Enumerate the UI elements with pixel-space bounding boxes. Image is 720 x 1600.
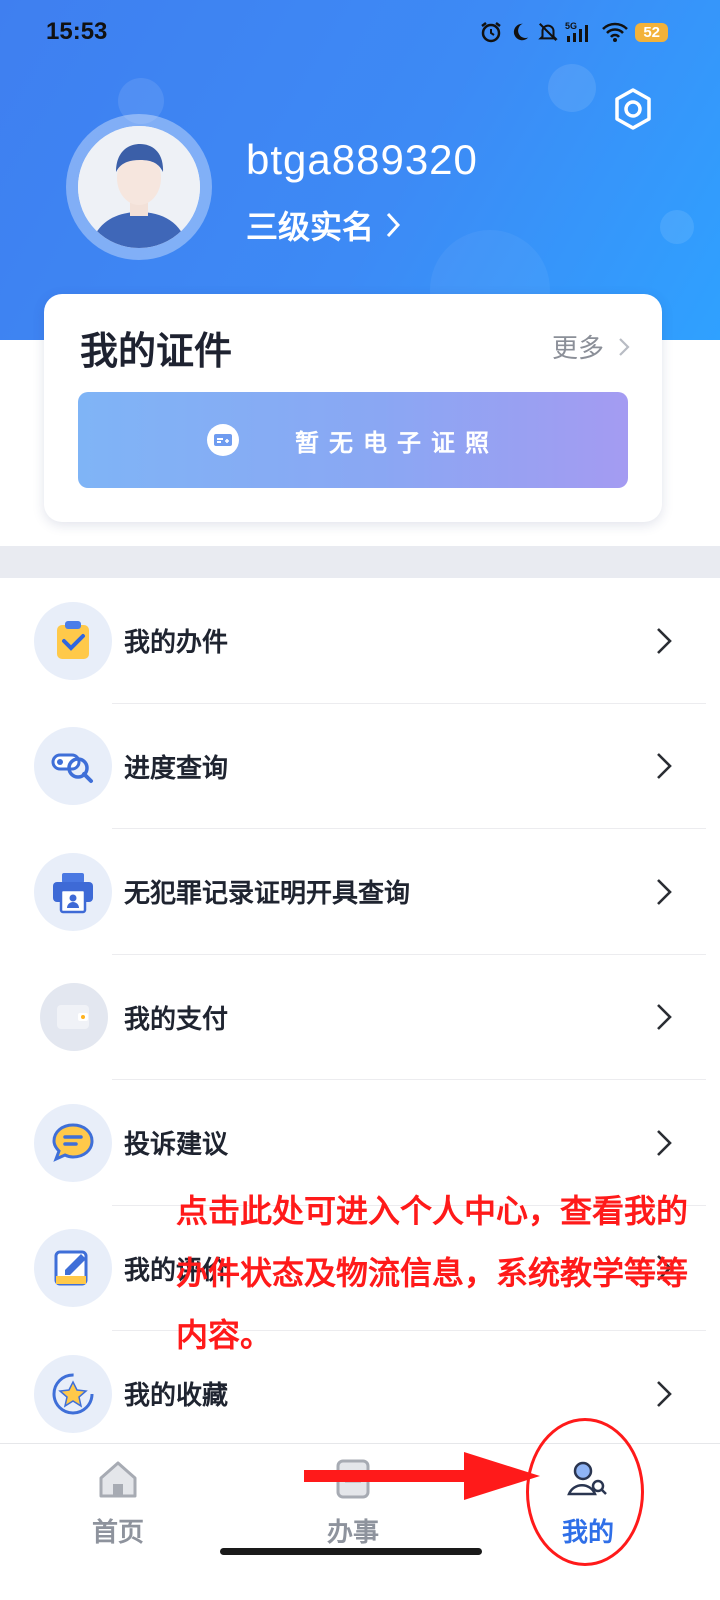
menu-item-no-criminal-record[interactable]: 无犯罪记录证明开具查询 [0,829,720,955]
chat-bubble-icon [34,1103,112,1182]
tab-home[interactable]: 首页 [58,1444,178,1574]
menu-item-my-cases[interactable]: 我的办件 [0,578,720,704]
battery-indicator: 52 [635,22,668,42]
home-icon [99,1461,137,1498]
clipboard-check-icon [34,601,112,680]
magnifier-search-icon [34,727,112,806]
chevron-right-icon [386,212,401,238]
menu-item-label: 我的办件 [124,628,229,659]
star-icon [34,1354,112,1433]
decor-bubble [660,210,694,244]
certificates-card: 我的证件 更多 暂无电子证照 [44,294,662,522]
username: btga889320 [246,136,478,183]
decor-bubble [548,64,596,112]
chevron-right-icon [657,1129,672,1156]
svg-text:5G: 5G [565,21,577,31]
moon-icon [514,23,529,41]
id-card-icon [207,424,239,456]
chevron-right-icon [657,753,672,780]
avatar[interactable] [78,126,200,248]
chevron-right-icon [657,627,672,654]
empty-certificates-banner[interactable]: 暂无电子证照 [78,392,628,488]
certificates-more-link[interactable]: 更多 [552,328,630,365]
certificates-title: 我的证件 [80,329,233,373]
realname-level-label: 三级实名 [246,208,375,246]
menu-item-label: 进度查询 [124,753,229,784]
annotation-arrow-icon [304,1452,540,1500]
menu-item-label: 无犯罪记录证明开具查询 [124,879,411,910]
user-avatar-icon [78,126,200,248]
mute-bell-icon [538,23,559,41]
signal-icon: 5G [565,21,589,42]
chevron-right-icon [657,1380,672,1407]
settings-button[interactable] [610,86,656,132]
menu-item-label: 我的收藏 [124,1381,229,1412]
status-icons: 5G 52 [479,20,668,44]
menu-item-progress-query[interactable]: 进度查询 [0,704,720,829]
chevron-right-icon [657,1004,672,1031]
realname-level-link[interactable]: 三级实名 [246,202,402,248]
tutorial-annotation: 点击此处可进入个人中心，查看我的办件状态及物流信息，系统教学等等内容。 [176,1192,689,1354]
section-divider [0,546,720,578]
chevron-right-icon [657,878,672,905]
menu-item-my-payments[interactable]: 我的支付 [0,955,720,1080]
alarm-icon [481,22,502,43]
certificates-more-label: 更多 [551,334,604,364]
printer-id-icon [34,852,112,931]
home-indicator[interactable] [220,1548,482,1555]
profile-header: 15:53 5G 52 btga889320 三级实名 [0,0,720,340]
empty-certificates-text: 暂无电子证照 [295,428,499,457]
status-bar: 15:53 5G 52 [0,0,720,66]
menu-item-label: 我的支付 [124,1004,229,1035]
wifi-icon [602,22,629,42]
settings-hex-icon [615,88,651,130]
annotation-circle [526,1418,644,1566]
chevron-right-icon [619,337,630,356]
tab-services-label: 办事 [326,1518,379,1548]
edit-note-icon [34,1229,112,1308]
status-time: 15:53 [46,18,108,45]
menu-item-label: 投诉建议 [124,1130,229,1161]
tab-home-label: 首页 [91,1518,144,1548]
wallet-icon [40,983,108,1052]
